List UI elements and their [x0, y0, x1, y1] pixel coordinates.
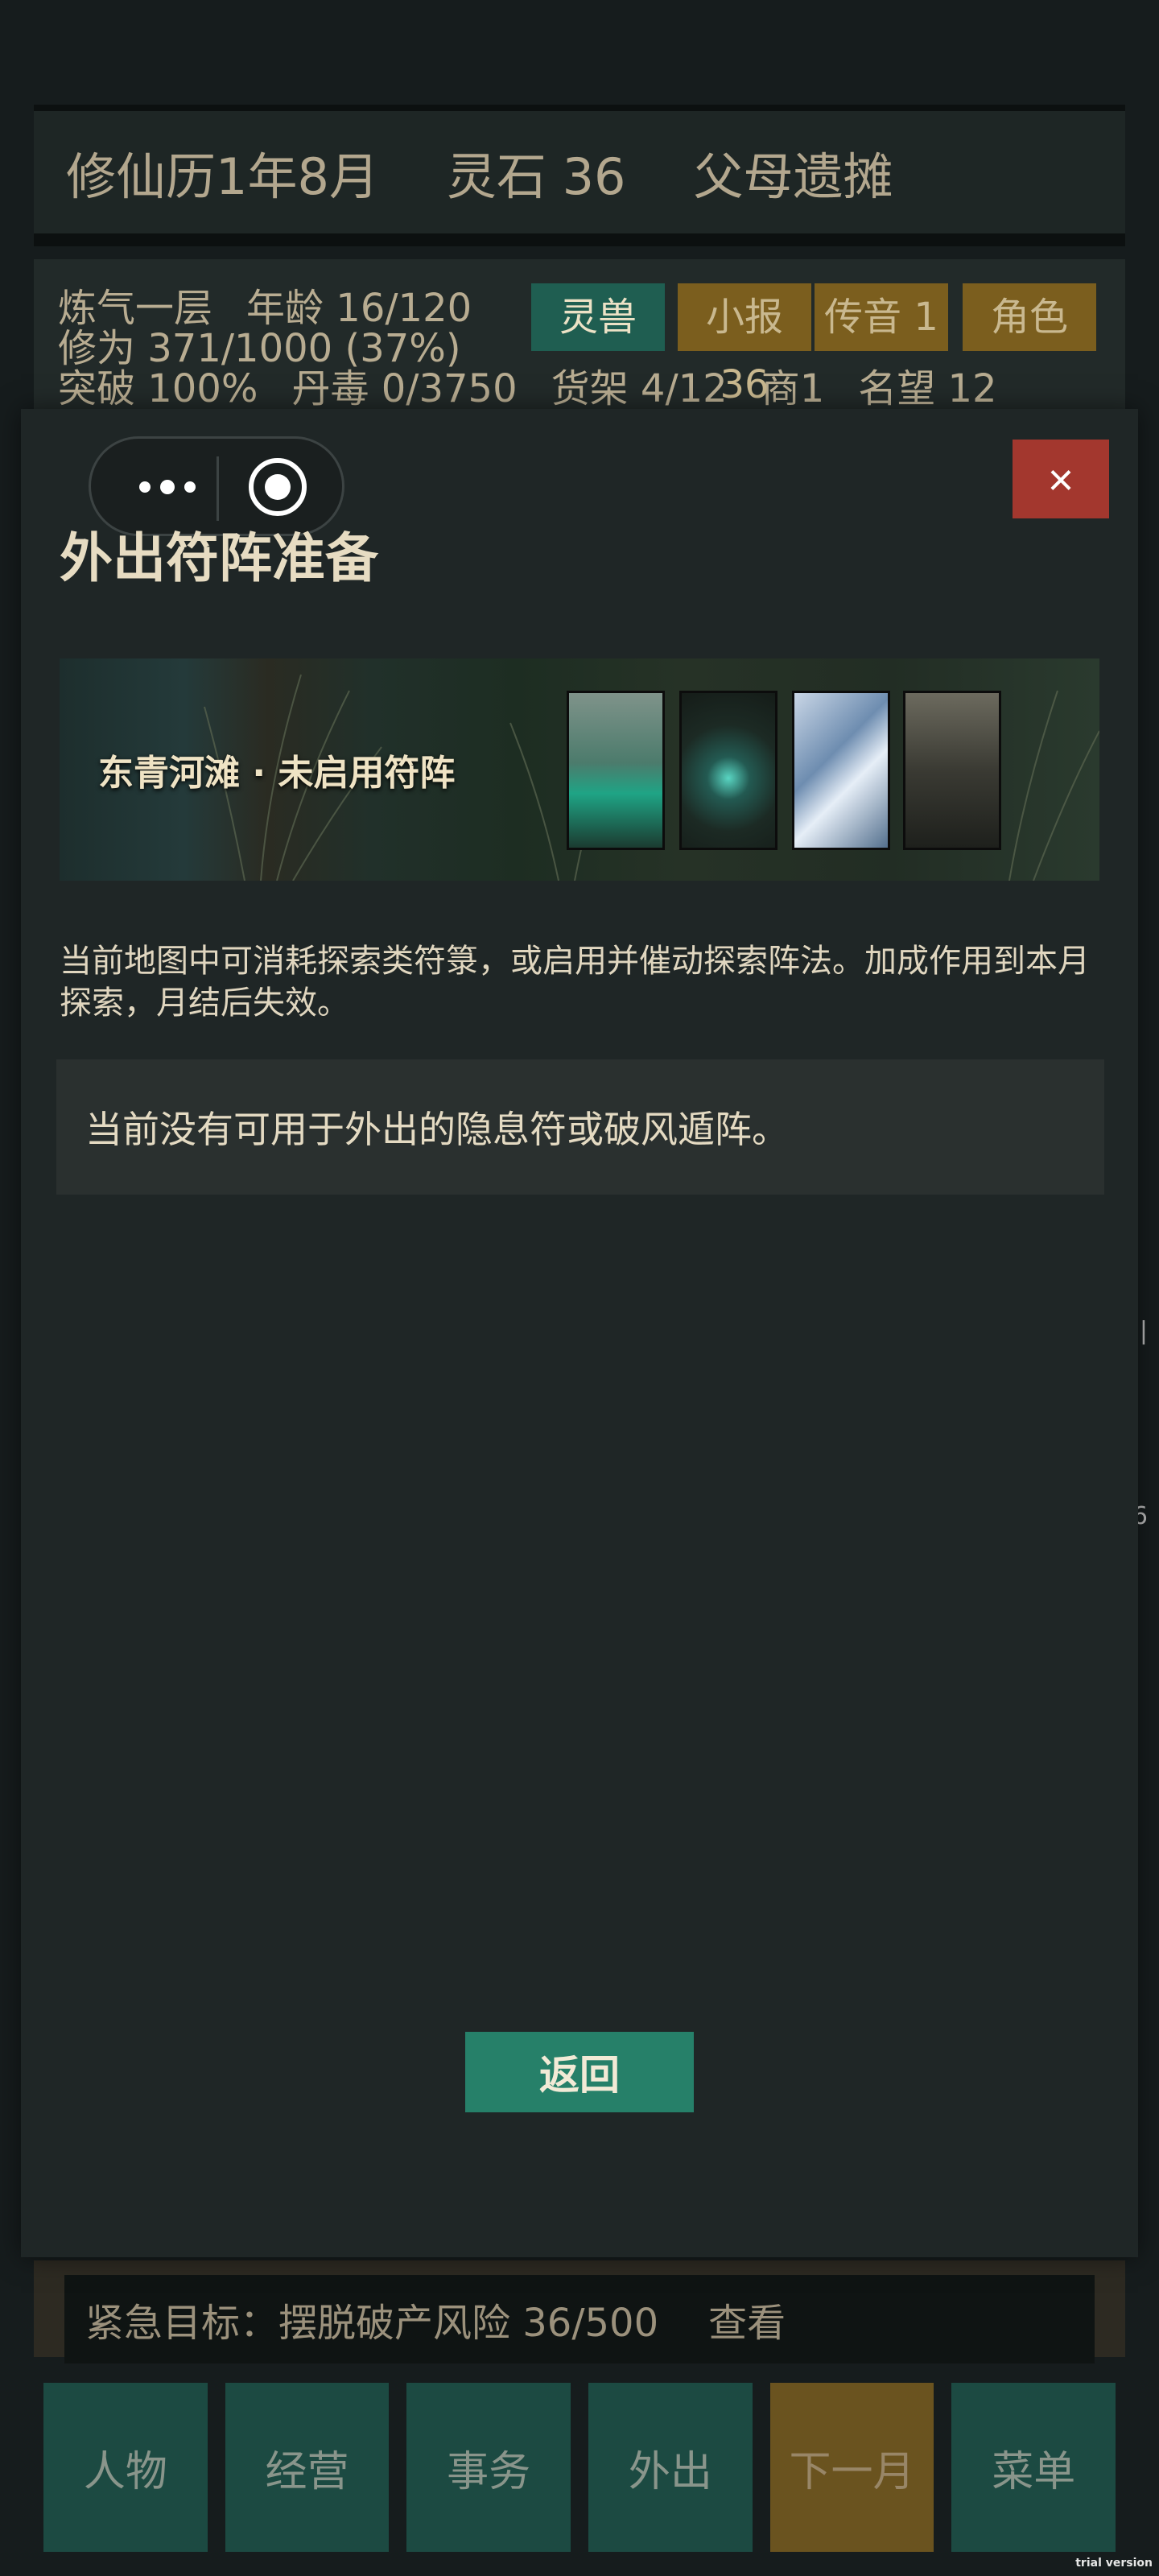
banner-location-label: 东青河滩 · 未启用符阵: [98, 753, 456, 794]
spirit-beast-button[interactable]: 灵兽: [531, 283, 665, 351]
location-banner: 东青河滩 · 未启用符阵: [60, 658, 1099, 881]
news-button[interactable]: 小报 36: [678, 283, 811, 407]
talisman-card-jade: [567, 691, 665, 850]
nav-next-month-button[interactable]: 下一月: [769, 2383, 934, 2552]
watermark: trial version: [1075, 2557, 1153, 2570]
view-goal-link[interactable]: 查看: [708, 2291, 786, 2347]
pill-poison-text: 丹毒 0/3750: [291, 366, 518, 411]
modal-description: 当前地图中可消耗探索类符箓，或启用并催动探索阵法。加成作用到本月探索，月结后失效…: [60, 943, 1090, 1022]
urgent-goal-bar: 紧急目标：摆脱破产风险 36/500 查看: [64, 2275, 1095, 2363]
nav-character-button[interactable]: 人物: [43, 2383, 208, 2552]
current-location: 父母遗摊: [693, 147, 893, 206]
more-options-icon[interactable]: [123, 466, 212, 508]
back-button[interactable]: 返回: [465, 2032, 694, 2112]
talisman-card-dragon: [792, 691, 890, 850]
character-button[interactable]: 角色: [963, 283, 1096, 351]
top-bar: 修仙历1年8月 灵石 36 父母遗摊: [34, 105, 1125, 246]
close-button[interactable]: ×: [1013, 440, 1109, 518]
talisman-card-array: [679, 691, 777, 850]
messages-button[interactable]: 传音 1: [815, 283, 948, 351]
realm-text: 炼气一层: [58, 286, 213, 331]
merchant-text: 商1: [761, 366, 825, 411]
urgent-goal-text: 紧急目标：摆脱破产风险 36/500: [85, 2301, 659, 2346]
talisman-card-wanderer: [903, 691, 1001, 850]
nav-outing-button[interactable]: 外出: [588, 2383, 753, 2552]
nav-affairs-button[interactable]: 事务: [406, 2383, 571, 2552]
cultivation-text: 修为 371/1000 (37%): [58, 326, 461, 371]
nav-business-button[interactable]: 经营: [225, 2383, 390, 2552]
reputation-text: 名望 12: [858, 366, 997, 411]
close-miniprogram-icon[interactable]: [249, 458, 307, 516]
breakthrough-text: 突破 100%: [58, 366, 258, 411]
capsule-divider: [217, 456, 219, 521]
nav-menu-button[interactable]: 菜单: [951, 2383, 1116, 2552]
game-date: 修仙历1年8月: [66, 147, 379, 206]
edge-glyph: |: [1139, 1317, 1148, 1345]
shelf-text: 货架 4/12: [551, 366, 728, 411]
modal-title: 外出符阵准备: [60, 527, 378, 589]
age-text: 年龄 16/120: [246, 286, 472, 331]
empty-state-message: 当前没有可用于外出的隐息符或破风遁阵。: [56, 1059, 1104, 1195]
spirit-stones: 灵石 36: [446, 147, 626, 206]
bottom-nav: 人物 经营 事务 外出 下一月 菜单: [34, 2372, 1125, 2565]
